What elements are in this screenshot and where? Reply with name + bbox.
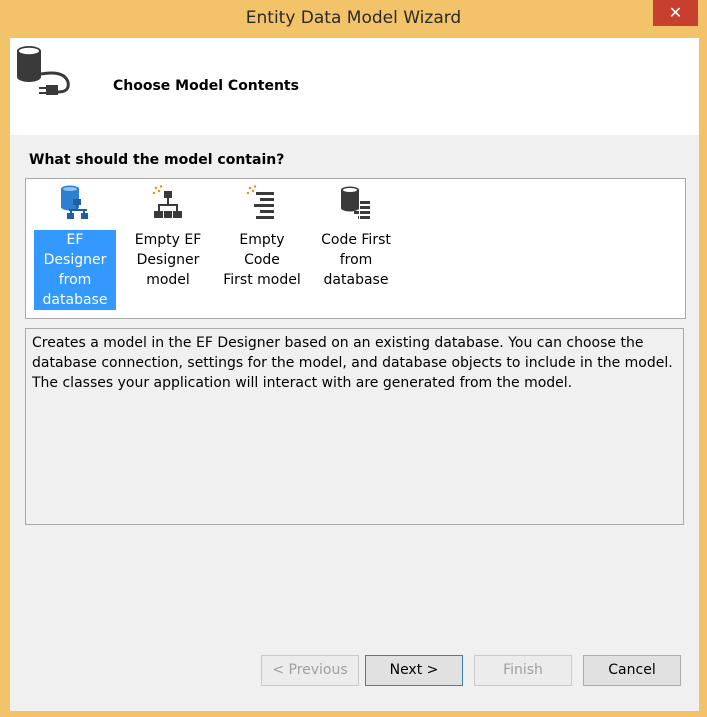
wizard-window: Entity Data Model Wizard ✕ Choose Model … <box>0 0 707 717</box>
cancel-button[interactable]: Cancel <box>583 655 681 686</box>
option-code-first-from-database[interactable]: Code First from database <box>315 183 397 288</box>
option-label: Code First from database <box>321 232 391 288</box>
empty-ef-designer-model-icon <box>152 185 182 218</box>
next-button[interactable]: Next > <box>365 655 463 686</box>
page-title: Choose Model Contents <box>113 78 299 94</box>
wizard-client-area: Choose Model Contents What should the mo… <box>10 38 699 711</box>
finish-button[interactable]: Finish <box>474 655 572 686</box>
previous-button[interactable]: < Previous <box>261 655 359 686</box>
close-icon: ✕ <box>668 3 683 22</box>
wizard-header: Choose Model Contents <box>10 38 699 135</box>
option-label: Empty EF Designer model <box>134 232 202 288</box>
option-label: Empty Code First model <box>223 232 301 288</box>
option-ef-designer-from-database[interactable]: EF Designer from database <box>34 183 116 310</box>
option-label: EF Designer from database <box>34 230 116 310</box>
database-plug-icon <box>17 46 70 95</box>
option-description-box: Creates a model in the EF Designer based… <box>25 328 684 525</box>
close-button[interactable]: ✕ <box>653 0 698 26</box>
empty-code-first-model-icon <box>246 185 274 219</box>
model-type-list: EF Designer from database Empty EF Designer <box>25 178 686 319</box>
title-bar[interactable]: Entity Data Model Wizard ✕ <box>0 0 707 38</box>
ef-designer-from-database-icon <box>61 185 88 219</box>
model-contents-question: What should the model contain? <box>29 152 285 168</box>
code-first-from-database-icon <box>341 186 370 219</box>
option-description: Creates a model in the EF Designer based… <box>32 335 673 391</box>
option-empty-ef-designer-model[interactable]: Empty EF Designer model <box>127 183 209 288</box>
option-empty-code-first-model[interactable]: Empty Code First model <box>221 183 303 288</box>
window-title: Entity Data Model Wizard <box>245 8 462 28</box>
